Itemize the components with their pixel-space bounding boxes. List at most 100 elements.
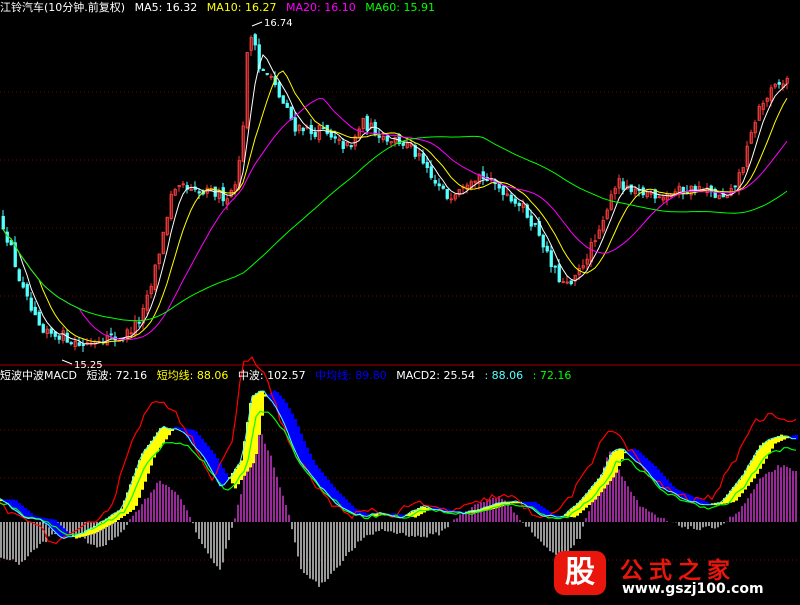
candle-body — [549, 250, 553, 267]
candle-body — [21, 282, 25, 288]
wave-ribbon — [300, 433, 303, 464]
wave-ribbon — [708, 502, 711, 505]
legend-ma20: MA20: 16.10 — [286, 1, 356, 14]
wave-ribbon — [321, 472, 324, 490]
candle-body — [221, 187, 225, 202]
candle-body — [321, 127, 325, 130]
ma20-line — [2, 98, 788, 341]
candle-body — [341, 141, 345, 149]
candle-body — [373, 121, 377, 135]
wave-ribbon — [666, 479, 669, 492]
legend-title: 江铃汽车(10分钟.前复权) — [0, 1, 126, 14]
candle-body — [265, 73, 269, 75]
wave-ribbon — [330, 483, 333, 499]
candle-body — [281, 95, 285, 104]
price-chart: 16.7415.25 — [0, 18, 800, 587]
candle-body — [277, 82, 281, 98]
candle-body — [541, 234, 545, 248]
wave-ribbon — [180, 427, 183, 431]
wave-ribbon — [240, 460, 243, 480]
watermark-title: 公式之家 — [620, 557, 736, 584]
wave-ribbon — [303, 441, 306, 468]
candle-body — [621, 181, 625, 190]
candle-body — [557, 264, 561, 283]
wave-ribbon — [150, 440, 153, 466]
wave-ribbon — [705, 501, 708, 505]
chart-root: 16.74 15.25 江铃汽车(10分钟.前复权) MA5: 16.32 MA1… — [0, 0, 800, 605]
candle-body — [41, 324, 45, 333]
watermark-url: www.gszj100.com — [618, 581, 768, 597]
candle-body — [501, 186, 505, 195]
candle-body — [261, 69, 265, 71]
wave-ribbon — [309, 453, 312, 475]
wave-ribbon — [690, 495, 693, 502]
wave-ribbon — [255, 393, 258, 455]
candle-body — [445, 188, 449, 199]
wave-ribbon — [741, 475, 744, 494]
wave-ribbon — [753, 455, 756, 479]
candle-body — [301, 127, 305, 132]
wave-ribbon — [780, 434, 783, 441]
wave-ribbon — [750, 460, 753, 483]
candle-body — [437, 183, 441, 187]
wave-ribbon — [165, 427, 168, 440]
wave-ribbon — [594, 482, 597, 500]
candle-body — [37, 311, 41, 326]
candle-body — [509, 194, 513, 202]
watermark-logo: 股 — [554, 551, 606, 595]
candle-body — [1, 215, 5, 230]
candle-body — [709, 185, 713, 192]
candle-body — [529, 215, 533, 227]
legend-ma10: MA10: 16.27 — [206, 1, 277, 14]
candle-body — [313, 131, 317, 137]
candle-body — [81, 344, 85, 347]
wave-ribbon — [162, 427, 165, 444]
candle-body — [629, 184, 633, 193]
candle-body — [569, 280, 573, 285]
candle-body — [425, 162, 429, 169]
candle-body — [77, 342, 81, 346]
candle-body — [57, 335, 61, 340]
high-label: 16.74 — [264, 18, 293, 29]
wave-ribbon — [423, 506, 426, 513]
candle-body — [517, 202, 521, 207]
candle-body — [421, 153, 425, 164]
candle-body — [777, 82, 781, 85]
legend-mid-wave: 中波: 102.57 — [237, 369, 306, 382]
candle-body — [109, 333, 113, 336]
candle-body — [69, 342, 73, 345]
ma60-line — [2, 135, 788, 322]
watermark: 股 公式之家 www.gszj100.com — [554, 547, 794, 603]
wave-ribbon — [297, 426, 300, 458]
wave-ribbon — [366, 513, 369, 516]
candle-body — [65, 332, 69, 343]
candle-body — [497, 183, 501, 189]
legend-mid-avg: 中均线: 89.80 — [315, 369, 387, 382]
wave-ribbon — [24, 508, 27, 518]
wave-ribbon — [312, 459, 315, 479]
candle-body — [197, 191, 201, 194]
legend-short-avg: 短均线: 88.06 — [156, 369, 229, 382]
wave-ribbon — [771, 438, 774, 449]
candle-body — [513, 198, 517, 204]
candle-body — [401, 142, 405, 146]
candle-body — [553, 265, 557, 268]
legend-ma60: MA60: 15.91 — [365, 1, 435, 14]
wave-ribbon — [591, 486, 594, 503]
wave-ribbon — [768, 440, 771, 454]
candle-body — [285, 102, 289, 108]
legend-extra-2: : 72.16 — [532, 369, 572, 382]
candle-body — [349, 145, 353, 148]
candle-body — [137, 321, 141, 324]
wave-ribbon — [222, 468, 225, 486]
wave-ribbon — [618, 448, 621, 466]
indicator-legend: 短波中波MACD 短波: 72.16 短均线: 88.06 中波: 102.57… — [0, 369, 577, 383]
candle-body — [733, 185, 737, 188]
candle-body — [377, 135, 381, 138]
candle-body — [533, 223, 537, 225]
candle-body — [29, 297, 33, 311]
candle-body — [49, 328, 53, 334]
candle-body — [293, 117, 297, 132]
high-marker — [251, 21, 263, 27]
candle-body — [433, 180, 437, 184]
